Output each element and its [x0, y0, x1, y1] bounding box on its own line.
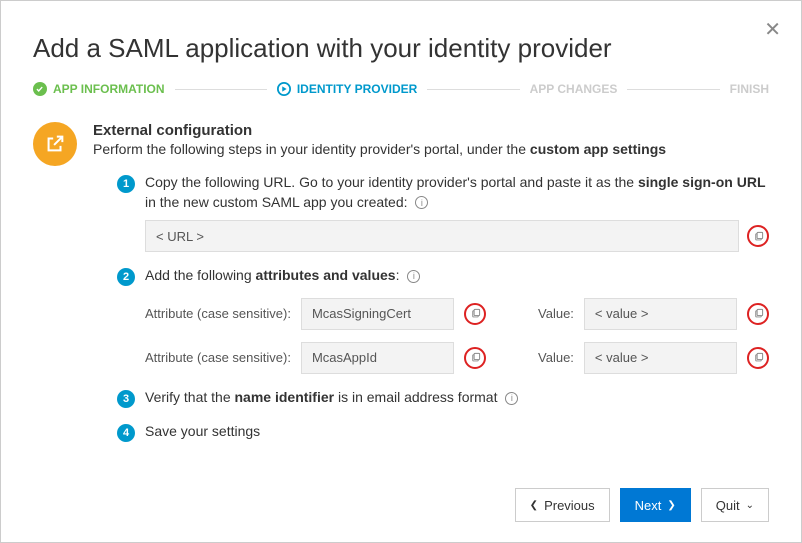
copy-icon	[753, 308, 764, 319]
attributes-grid: Attribute (case sensitive): McasSigningC…	[145, 298, 769, 374]
chevron-right-icon: ❯	[667, 500, 675, 511]
footer-buttons: ❮ Previous Next ❯ Quit ⌄	[515, 488, 769, 522]
step-4-text: Save your settings	[145, 422, 769, 442]
stepper-line	[175, 89, 267, 90]
copy-icon	[753, 231, 764, 242]
active-step-icon	[277, 82, 291, 96]
step-number-1: 1	[117, 175, 135, 193]
chevron-down-icon: ⌄	[746, 500, 754, 511]
step-3-text: Verify that the name identifier is in em…	[145, 388, 769, 408]
instruction-step-1: 1 Copy the following URL. Go to your ide…	[93, 173, 769, 252]
modal: ✕ Add a SAML application with your ident…	[0, 0, 802, 543]
step-number-4: 4	[117, 424, 135, 442]
sso-url-field[interactable]: < URL >	[145, 220, 739, 252]
step-identity-provider: IDENTITY PROVIDER	[277, 82, 417, 96]
copy-icon	[753, 352, 764, 363]
instruction-step-2: 2 Add the following attributes and value…	[93, 266, 769, 374]
info-icon[interactable]: i	[505, 392, 518, 405]
value-field-2[interactable]: < value >	[584, 342, 737, 374]
step-finish: FINISH	[730, 82, 769, 96]
stepper-line	[427, 89, 519, 90]
value-field-1[interactable]: < value >	[584, 298, 737, 330]
section-subtitle: Perform the following steps in your iden…	[93, 141, 769, 157]
step-number-3: 3	[117, 390, 135, 408]
step-1-text: Copy the following URL. Go to your ident…	[145, 173, 769, 212]
attribute-field-1[interactable]: McasSigningCert	[301, 298, 454, 330]
step-2-text: Add the following attributes and values:…	[145, 266, 769, 286]
copy-url-button[interactable]	[747, 225, 769, 247]
value-label: Value:	[538, 350, 574, 365]
info-icon[interactable]: i	[415, 196, 428, 209]
page-title: Add a SAML application with your identit…	[33, 33, 769, 64]
external-link-icon	[33, 122, 77, 166]
attribute-label: Attribute (case sensitive):	[145, 306, 291, 321]
value-label: Value:	[538, 306, 574, 321]
chevron-left-icon: ❮	[530, 500, 538, 511]
copy-icon	[470, 352, 481, 363]
previous-button[interactable]: ❮ Previous	[515, 488, 610, 522]
copy-value-1-button[interactable]	[747, 303, 769, 325]
section-title: External configuration	[93, 122, 769, 139]
next-button[interactable]: Next ❯	[620, 488, 691, 522]
check-icon	[33, 82, 47, 96]
instruction-step-4: 4 Save your settings	[93, 422, 769, 442]
attribute-label: Attribute (case sensitive):	[145, 350, 291, 365]
copy-attr-1-button[interactable]	[464, 303, 486, 325]
instruction-step-3: 3 Verify that the name identifier is in …	[93, 388, 769, 408]
quit-button[interactable]: Quit ⌄	[701, 488, 769, 522]
copy-attr-2-button[interactable]	[464, 347, 486, 369]
stepper: APP INFORMATION IDENTITY PROVIDER APP CH…	[33, 82, 769, 96]
external-config-section: External configuration Perform the follo…	[33, 122, 769, 456]
copy-value-2-button[interactable]	[747, 347, 769, 369]
info-icon[interactable]: i	[407, 270, 420, 283]
close-icon[interactable]: ✕	[764, 17, 781, 42]
copy-icon	[470, 308, 481, 319]
step-app-changes: APP CHANGES	[530, 82, 618, 96]
step-number-2: 2	[117, 268, 135, 286]
step-app-information: APP INFORMATION	[33, 82, 165, 96]
attribute-field-2[interactable]: McasAppId	[301, 342, 454, 374]
stepper-line	[627, 89, 719, 90]
